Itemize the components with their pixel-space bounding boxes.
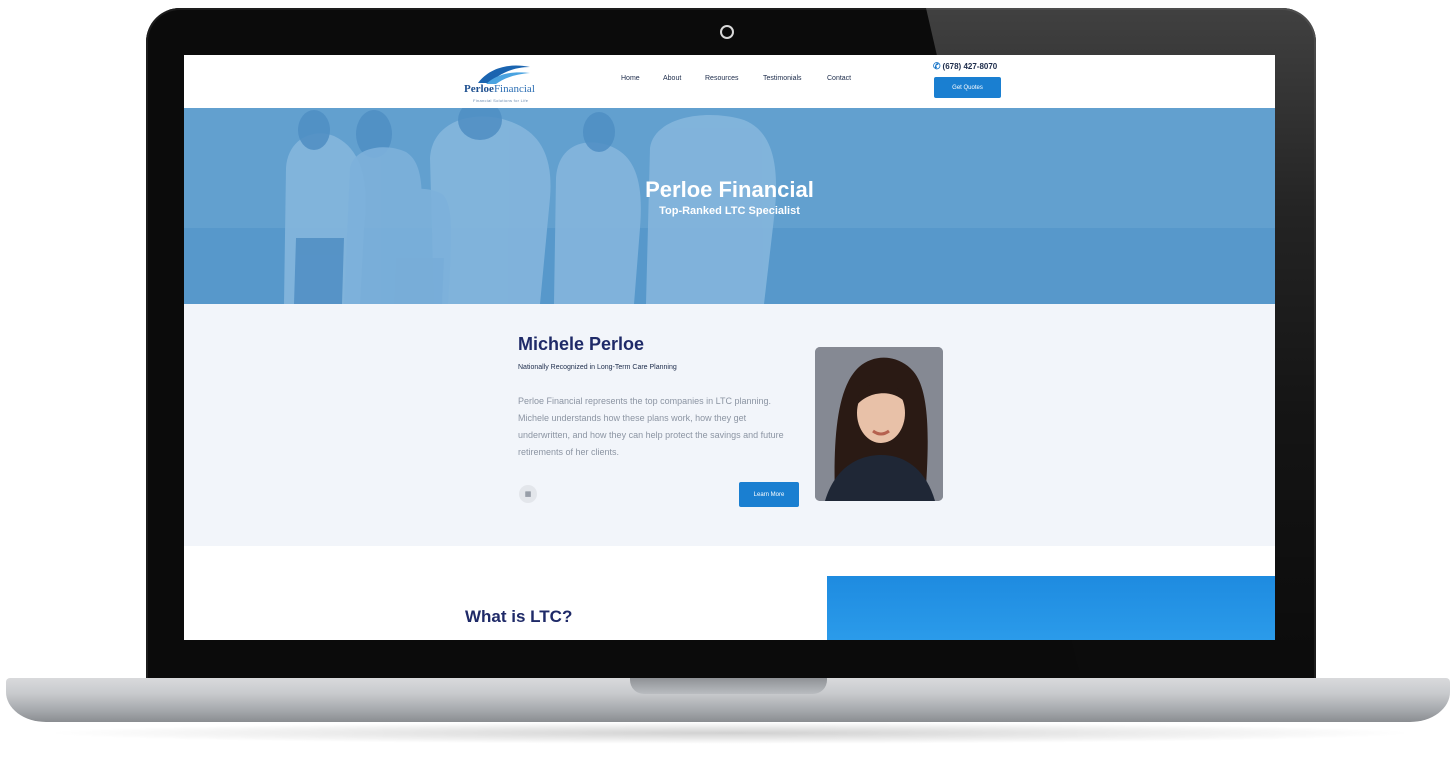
logo-text: PerloeFinancial [464,83,535,95]
logo-tagline: Financial Solutions for Life [473,98,529,103]
webcam-icon [720,25,734,39]
nav-testimonials[interactable]: Testimonials [763,75,802,82]
learn-more-button[interactable]: Learn More [739,482,799,507]
hero-subtitle: Top-Ranked LTC Specialist [659,205,800,217]
portrait-photo [815,347,943,501]
laptop-base-notch [630,678,827,694]
get-quotes-button[interactable]: Get Quotes [934,77,1001,98]
calendar-button[interactable]: ▦ [519,485,537,503]
nav-contact[interactable]: Contact [827,75,851,82]
phone-text: (678) 427-8070 [942,62,998,71]
phone-icon: ✆ [933,61,941,71]
wave-logo-icon [478,65,530,84]
hero-title: Perloe Financial [645,177,814,202]
nav-home[interactable]: Home [621,75,640,82]
michele-portrait [815,347,943,501]
about-section: Michele Perloe Nationally Recognized in … [184,304,1275,546]
ltc-image-panel [827,576,1275,640]
phone-number[interactable]: ✆ (678) 427-8070 [933,61,997,72]
laptop-screen: PerloeFinancial Financial Solutions for … [184,55,1275,640]
about-subtitle: Nationally Recognized in Long-Term Care … [518,364,677,371]
about-heading: Michele Perloe [518,334,645,354]
ltc-heading: What is LTC? [465,607,573,626]
site-header: PerloeFinancial Financial Solutions for … [184,55,1275,108]
hero-banner: Perloe Financial Top-Ranked LTC Speciali… [184,108,1275,304]
nav-about[interactable]: About [663,75,681,82]
about-paragraph: Perloe Financial represents the top comp… [518,396,784,457]
laptop-shadow [40,722,1420,744]
calendar-icon: ▦ [524,491,532,498]
site-logo[interactable]: PerloeFinancial Financial Solutions for … [460,61,540,103]
nav-resources[interactable]: Resources [705,75,738,82]
